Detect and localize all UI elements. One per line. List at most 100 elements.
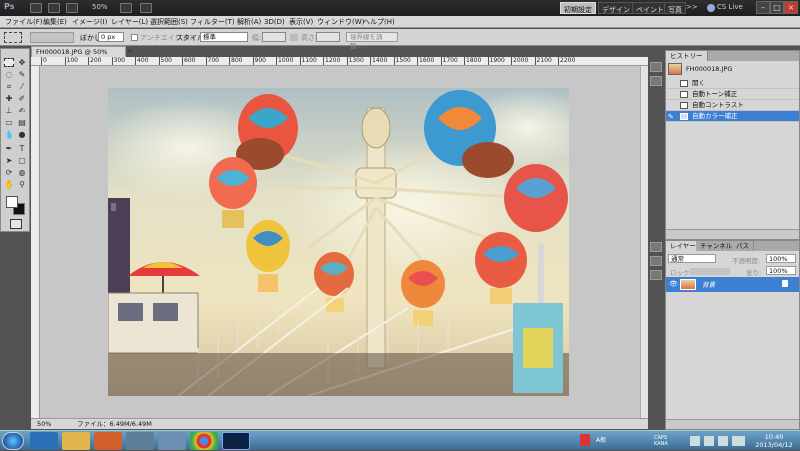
- history-row[interactable]: 自動トーン補正: [666, 89, 799, 100]
- more-workspaces-button[interactable]: >>: [686, 3, 698, 11]
- workspace-design-button[interactable]: デザイン: [598, 2, 634, 14]
- feather-input[interactable]: 0 px: [98, 32, 124, 42]
- eye-icon[interactable]: 👁: [669, 280, 678, 288]
- media-player-icon[interactable]: [94, 432, 122, 450]
- brush-icon[interactable]: ✐: [17, 94, 27, 103]
- panel-collapsed-icon-1[interactable]: [650, 62, 662, 72]
- history-row-selected[interactable]: ✎ 自動カラー補正: [666, 111, 799, 122]
- ruler-tick-mark: [182, 57, 183, 65]
- panel-collapsed-icon-5[interactable]: [650, 270, 662, 280]
- tab-paths[interactable]: パス: [732, 241, 754, 251]
- quick-mask-icon[interactable]: [10, 219, 22, 229]
- snapshot-name[interactable]: FH000018.JPG: [686, 65, 732, 73]
- lock-icon: [782, 280, 788, 287]
- ime-indicator[interactable]: A般: [596, 435, 606, 451]
- close-document-icon[interactable]: ×: [127, 47, 133, 55]
- start-button[interactable]: [2, 432, 24, 450]
- selection-mode-icons[interactable]: [30, 32, 74, 43]
- app-icon[interactable]: [126, 432, 154, 450]
- history-brush-source-icon[interactable]: ✎: [668, 112, 674, 123]
- menu-select[interactable]: 選択範囲(S): [150, 16, 188, 28]
- workspace-paint-button[interactable]: ペイント: [632, 2, 668, 14]
- chrome-icon[interactable]: [190, 432, 218, 450]
- layer-name[interactable]: 背景: [702, 279, 715, 289]
- status-zoom[interactable]: 50%: [37, 419, 51, 429]
- tab-history[interactable]: ヒストリー: [666, 51, 708, 61]
- move-icon[interactable]: ✥: [17, 58, 27, 67]
- arrange-documents-icon[interactable]: [120, 3, 132, 13]
- clock[interactable]: 10:40 2013/04/12: [752, 433, 796, 449]
- menu-layer[interactable]: レイヤー(L): [111, 16, 148, 28]
- pen-icon[interactable]: ✒: [4, 144, 14, 153]
- cslive-button[interactable]: CS Live: [717, 3, 743, 11]
- menu-help[interactable]: ヘルプ(H): [363, 16, 395, 28]
- zoom-icon[interactable]: ⚲: [17, 180, 27, 189]
- width-input[interactable]: [262, 32, 286, 42]
- menu-window[interactable]: ウィンドウ(W): [317, 16, 364, 28]
- menu-filter[interactable]: フィルター(T): [190, 16, 235, 28]
- menu-view[interactable]: 表示(V): [289, 16, 313, 28]
- lasso-icon[interactable]: ◌: [4, 70, 14, 79]
- close-icon[interactable]: ×: [784, 1, 798, 14]
- clone-stamp-icon[interactable]: ⊥: [4, 106, 14, 115]
- internet-explorer-icon[interactable]: [30, 432, 58, 450]
- document-image[interactable]: [108, 88, 569, 396]
- history-row[interactable]: 自動コントラスト: [666, 100, 799, 111]
- eyedropper-icon[interactable]: ⁄: [17, 82, 27, 91]
- dodge-icon[interactable]: ●: [17, 130, 27, 139]
- photoshop-taskbar-icon[interactable]: [222, 432, 250, 450]
- type-icon[interactable]: T: [17, 144, 27, 153]
- history-row[interactable]: 開く: [666, 78, 799, 89]
- minimize-icon[interactable]: –: [756, 1, 770, 14]
- style-select[interactable]: 標準: [200, 32, 248, 42]
- quick-selection-icon[interactable]: ✎: [17, 70, 27, 79]
- workspace-photo-button[interactable]: 写真: [664, 2, 686, 14]
- view-extras-icon[interactable]: [66, 3, 78, 13]
- history-brush-icon[interactable]: ✍: [17, 106, 27, 115]
- foreground-color-swatch[interactable]: [6, 196, 18, 208]
- gradient-icon[interactable]: ▤: [17, 118, 27, 127]
- screen-mode-icon[interactable]: [140, 3, 152, 13]
- opacity-input[interactable]: 100%: [766, 254, 796, 263]
- document-tab[interactable]: FH000018.JPG @ 50% (RGB/8) *: [31, 46, 126, 66]
- menu-3d[interactable]: 3D(D): [264, 16, 285, 28]
- menu-edit[interactable]: 編集(E): [43, 16, 67, 28]
- workspace-essentials-button[interactable]: 初期設定: [560, 2, 596, 14]
- refine-edge-button[interactable]: 境界線を調整...: [346, 32, 398, 50]
- blur-icon[interactable]: 💧: [4, 130, 14, 139]
- rectangular-marquee-icon[interactable]: [4, 58, 14, 67]
- spot-healing-icon[interactable]: ✚: [4, 94, 14, 103]
- blend-mode-select[interactable]: 通常: [668, 254, 716, 263]
- snapshot-thumbnail[interactable]: [668, 63, 682, 75]
- antialias-checkbox[interactable]: [131, 34, 138, 41]
- panel-collapsed-icon-2[interactable]: [650, 76, 662, 86]
- marquee-preset-icon[interactable]: [4, 32, 22, 43]
- minibridge-icon[interactable]: [48, 3, 60, 13]
- 3d-rotate-icon[interactable]: ⟳: [4, 168, 14, 177]
- app-icon-2[interactable]: [158, 432, 186, 450]
- restore-icon[interactable]: □: [770, 1, 784, 14]
- hand-icon[interactable]: ✋: [4, 180, 14, 189]
- vertical-scrollbar[interactable]: [640, 66, 648, 418]
- 3d-orbit-icon[interactable]: ◍: [17, 168, 27, 177]
- fill-input[interactable]: 100%: [766, 266, 796, 275]
- height-input[interactable]: [316, 32, 340, 42]
- menu-file[interactable]: ファイル(F): [5, 16, 43, 28]
- path-selection-icon[interactable]: ➤: [4, 156, 14, 165]
- layer-row-background[interactable]: 👁 背景: [666, 277, 799, 292]
- menu-image[interactable]: イメージ(I): [72, 16, 107, 28]
- crop-icon[interactable]: ⌗: [4, 82, 14, 91]
- panel-collapsed-icon-4[interactable]: [650, 256, 662, 266]
- eraser-icon[interactable]: ▭: [4, 118, 14, 127]
- system-tray-icons[interactable]: [690, 436, 745, 446]
- lock-icons[interactable]: [690, 268, 730, 275]
- bridge-icon[interactable]: [30, 3, 42, 13]
- explorer-icon[interactable]: [62, 432, 90, 450]
- swap-icon[interactable]: [290, 34, 298, 41]
- zoom-level[interactable]: 50%: [92, 3, 108, 11]
- shape-icon[interactable]: ▢: [17, 156, 27, 165]
- tool-options-bar: ぼかし: 0 px アンチエイリアス スタイル: 標準 幅: 高さ: 境界線を調…: [0, 29, 800, 50]
- tray-icon[interactable]: [580, 434, 590, 446]
- panel-collapsed-icon-3[interactable]: [650, 242, 662, 252]
- menu-analysis[interactable]: 解析(A): [237, 16, 261, 28]
